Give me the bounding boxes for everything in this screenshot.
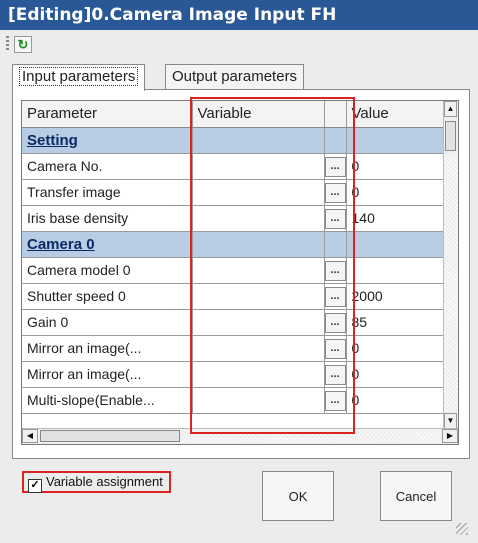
value-cell[interactable]: [346, 257, 447, 284]
table-row[interactable]: Camera model 0 ...: [22, 257, 447, 284]
value-cell: [346, 127, 447, 154]
variable-browse-button[interactable]: ...: [324, 157, 345, 177]
scroll-left-icon[interactable]: ◀: [22, 429, 38, 443]
parameter-name: Mirror an image(...: [22, 335, 193, 362]
variable-browse-button[interactable]: ...: [324, 365, 345, 385]
variable-cell[interactable]: [192, 335, 325, 362]
column-header-parameter[interactable]: Parameter: [22, 101, 193, 128]
variable-browse-button[interactable]: ...: [324, 287, 345, 307]
button-cell: [324, 231, 347, 258]
tab-input-parameters[interactable]: Input parameters: [12, 64, 146, 91]
vertical-scroll-track[interactable]: [444, 155, 458, 411]
variable-browse-button[interactable]: ...: [324, 339, 345, 359]
table-row[interactable]: Camera No. ... 0: [22, 153, 447, 180]
variable-cell[interactable]: [192, 309, 325, 336]
value-cell[interactable]: 0: [346, 335, 447, 362]
table-row[interactable]: Iris base density ... 140: [22, 205, 447, 232]
variable-assignment-checkbox[interactable]: ✓ Variable assignment: [22, 471, 171, 493]
variable-browse-button[interactable]: ...: [324, 183, 345, 203]
variable-cell[interactable]: [192, 205, 325, 232]
variable-cell[interactable]: [192, 153, 325, 180]
parameter-name: Iris base density: [22, 205, 193, 232]
horizontal-scroll-thumb[interactable]: [40, 430, 180, 442]
variable-cell: [192, 231, 325, 258]
variable-cell[interactable]: [192, 387, 325, 414]
vertical-scrollbar[interactable]: ▲ ▼: [443, 101, 458, 431]
button-cell: [324, 127, 347, 154]
scroll-down-icon[interactable]: ▼: [444, 413, 457, 429]
horizontal-scroll-track[interactable]: [182, 429, 440, 443]
table-row[interactable]: Mirror an image(... ... 0: [22, 361, 447, 388]
variable-browse-button[interactable]: ...: [324, 209, 345, 229]
checkmark-icon[interactable]: ✓: [28, 479, 42, 493]
variable-cell[interactable]: [192, 257, 325, 284]
tab-output-parameters[interactable]: Output parameters: [165, 64, 305, 90]
value-cell[interactable]: 140: [346, 205, 447, 232]
parameter-name: Gain 0: [22, 309, 193, 336]
variable-browse-button[interactable]: ...: [324, 313, 345, 333]
table-row[interactable]: Mirror an image(... ... 0: [22, 335, 447, 362]
parameter-name: Transfer image: [22, 179, 193, 206]
variable-assignment-label: Variable assignment: [46, 474, 163, 489]
refresh-icon[interactable]: ↻: [14, 36, 32, 53]
parameter-table: Parameter Variable Value Setting Camera …: [22, 101, 447, 414]
table-row[interactable]: Multi-slope(Enable... ... 0: [22, 387, 447, 414]
variable-cell: [192, 127, 325, 154]
table-row[interactable]: Gain 0 ... 85: [22, 309, 447, 336]
value-cell[interactable]: 2000: [346, 283, 447, 310]
parameter-grid: Parameter Variable Value Setting Camera …: [21, 100, 459, 445]
scroll-right-icon[interactable]: ▶: [442, 429, 458, 443]
ok-button[interactable]: OK: [262, 471, 334, 521]
value-cell[interactable]: 0: [346, 361, 447, 388]
dialog-footer: ✓ Variable assignment OK Cancel: [12, 459, 470, 537]
column-header-variable[interactable]: Variable: [192, 101, 325, 128]
variable-cell[interactable]: [192, 283, 325, 310]
section-row[interactable]: Setting: [22, 127, 447, 154]
table-row[interactable]: Transfer image ... 0: [22, 179, 447, 206]
input-parameters-panel: Parameter Variable Value Setting Camera …: [12, 89, 470, 459]
value-cell[interactable]: 0: [346, 153, 447, 180]
value-cell[interactable]: 0: [346, 179, 447, 206]
value-cell[interactable]: 85: [346, 309, 447, 336]
section-name: Setting: [22, 127, 193, 154]
toolbar: ↻: [0, 30, 478, 58]
value-cell: [346, 231, 447, 258]
section-row[interactable]: Camera 0: [22, 231, 447, 258]
vertical-scroll-thumb[interactable]: [445, 121, 456, 151]
variable-cell[interactable]: [192, 361, 325, 388]
parameter-name: Mirror an image(...: [22, 361, 193, 388]
cancel-button[interactable]: Cancel: [380, 471, 452, 521]
parameter-name: Multi-slope(Enable...: [22, 387, 193, 414]
column-header-value[interactable]: Value: [346, 101, 447, 128]
tab-input-parameters-label: Input parameters: [19, 67, 139, 86]
variable-browse-button[interactable]: ...: [324, 391, 345, 411]
toolbar-grip[interactable]: [6, 36, 9, 52]
section-name: Camera 0: [22, 231, 193, 258]
value-cell[interactable]: 0: [346, 387, 447, 414]
variable-browse-button[interactable]: ...: [324, 261, 345, 281]
horizontal-scrollbar[interactable]: ◀ ▶: [22, 428, 458, 444]
variable-cell[interactable]: [192, 179, 325, 206]
column-header-button: [324, 101, 347, 128]
scroll-up-icon[interactable]: ▲: [444, 101, 457, 117]
resize-grip-icon[interactable]: [456, 523, 468, 535]
window-title: [Editing]0.Camera Image Input FH: [0, 0, 478, 30]
parameter-name: Camera model 0: [22, 257, 193, 284]
parameter-name: Camera No.: [22, 153, 193, 180]
parameter-name: Shutter speed 0: [22, 283, 193, 310]
table-row[interactable]: Shutter speed 0 ... 2000: [22, 283, 447, 310]
